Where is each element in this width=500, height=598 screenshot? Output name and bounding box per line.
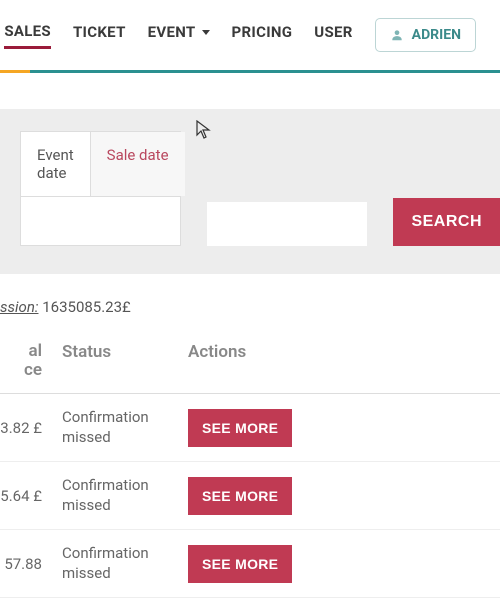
nav-event[interactable]: EVENT [148, 23, 210, 47]
see-more-button[interactable]: SEE MORE [188, 477, 292, 515]
header-divider [0, 70, 500, 73]
table-row: 5.64 £ Confirmation missed SEE MORE [0, 462, 500, 530]
table-header: al ce Status Actions [0, 326, 500, 394]
th-actions: Actions [180, 342, 310, 379]
cell-actions: SEE MORE [180, 409, 310, 447]
tab-event-date[interactable]: Event date [21, 132, 90, 196]
sales-table: al ce Status Actions 3.82 £ Confirmation… [0, 326, 500, 598]
search-button[interactable]: SEARCH [393, 198, 500, 246]
summary-value: 1635085.23£ [42, 298, 131, 316]
table-row: 3.82 £ Confirmation missed SEE MORE [0, 394, 500, 462]
chevron-down-icon [202, 30, 210, 35]
date-input-area[interactable] [21, 197, 180, 245]
cell-status: Confirmation missed [50, 408, 180, 447]
cell-price: 57.88 [0, 555, 50, 573]
top-nav: SALES TICKET EVENT PRICING USER ADRIEN [0, 0, 500, 62]
see-more-button[interactable]: SEE MORE [188, 545, 292, 583]
cell-actions: SEE MORE [180, 545, 310, 583]
cell-actions: SEE MORE [180, 477, 310, 515]
cell-status: Confirmation missed [50, 476, 180, 515]
nav-sales[interactable]: SALES [4, 22, 51, 49]
filter-panel: Event date Sale date SEARCH [0, 109, 500, 274]
cell-price: 3.82 £ [0, 419, 50, 437]
nav-pricing[interactable]: PRICING [232, 23, 293, 47]
cell-price: 5.64 £ [0, 487, 50, 505]
tab-sale-date[interactable]: Sale date [90, 132, 185, 196]
commission-summary: ssion: 1635085.23£ [0, 274, 500, 326]
nav-ticket[interactable]: TICKET [73, 23, 126, 47]
summary-label: ssion: [0, 298, 38, 316]
see-more-button[interactable]: SEE MORE [188, 409, 292, 447]
user-menu[interactable]: ADRIEN [375, 18, 476, 52]
table-row: 57.88 Confirmation missed SEE MORE [0, 530, 500, 598]
date-tabs: Event date Sale date [20, 131, 181, 246]
th-price: al ce [0, 342, 50, 379]
cell-status: Confirmation missed [50, 544, 180, 583]
user-name: ADRIEN [412, 27, 461, 43]
filter-input[interactable] [207, 202, 367, 246]
nav-event-label: EVENT [148, 23, 196, 41]
nav-user[interactable]: USER [314, 23, 352, 47]
user-icon [390, 28, 404, 42]
th-status: Status [50, 342, 180, 379]
